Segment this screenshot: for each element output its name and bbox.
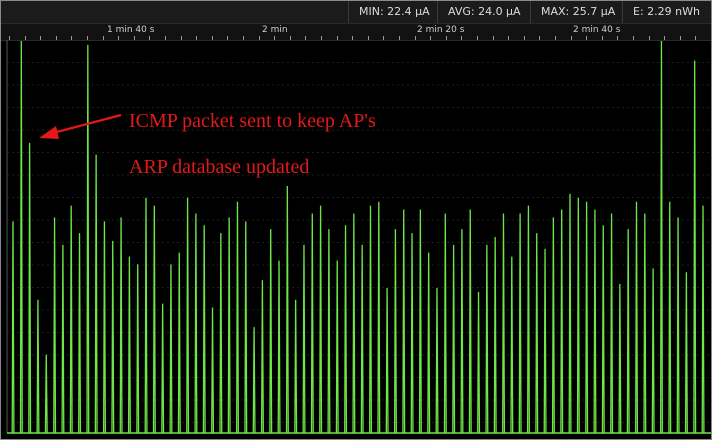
current-spike <box>36 299 40 434</box>
current-spike <box>385 287 389 434</box>
arrow-head <box>39 126 59 139</box>
current-spike <box>701 205 705 434</box>
current-spike <box>327 229 331 434</box>
current-spike <box>227 217 231 434</box>
current-spike <box>169 264 173 434</box>
current-spike <box>285 186 289 434</box>
current-spike <box>119 217 123 434</box>
current-spike <box>294 299 298 434</box>
stat-avg: AVG: 24.0 µA <box>437 1 531 23</box>
current-spike <box>684 272 688 434</box>
current-spike <box>11 221 15 434</box>
current-spike <box>102 221 106 434</box>
current-spike <box>335 260 339 434</box>
current-spike <box>601 225 605 434</box>
current-spike <box>69 205 73 434</box>
annotation-text: ICMP packet sent to keep AP's ARP databa… <box>129 87 376 202</box>
current-spike <box>651 268 655 434</box>
current-spike <box>111 240 115 434</box>
current-spike <box>668 201 672 434</box>
current-spike <box>61 244 65 434</box>
stats-bar: MIN: 22.4 µA AVG: 24.0 µA MAX: 25.7 µA E… <box>1 1 711 23</box>
current-spike <box>186 197 190 434</box>
power-profiler-window: MIN: 22.4 µA AVG: 24.0 µA MAX: 25.7 µA E… <box>0 0 712 440</box>
current-spike <box>211 307 215 434</box>
current-spike <box>585 201 589 434</box>
current-spike <box>427 252 431 434</box>
current-spike <box>277 260 281 434</box>
current-spike <box>643 213 647 434</box>
current-spike <box>19 40 23 434</box>
x-tick-label: 2 min 20 s <box>417 25 465 35</box>
current-spike <box>393 229 397 434</box>
x-tick-label: 2 min <box>262 25 288 35</box>
current-spike <box>410 233 414 434</box>
current-spike <box>460 229 464 434</box>
current-spike <box>468 209 472 434</box>
current-spike <box>676 217 680 434</box>
current-spike <box>152 205 156 434</box>
annotation-line-2: ARP database updated <box>129 156 310 178</box>
current-spike <box>402 209 406 434</box>
current-spike <box>53 217 57 434</box>
current-spike <box>635 201 639 434</box>
current-spike <box>551 217 555 434</box>
annotation-arrow <box>39 113 122 139</box>
current-spike <box>576 197 580 434</box>
current-spike <box>260 280 264 434</box>
current-spike <box>510 256 514 434</box>
x-tick-label: 1 min 40 s <box>107 25 155 35</box>
current-spike <box>418 209 422 434</box>
current-spike <box>568 193 572 434</box>
current-spike <box>44 354 48 434</box>
current-spike <box>94 154 98 434</box>
current-spike <box>194 213 198 434</box>
current-spike <box>236 201 240 434</box>
current-spike <box>626 229 630 434</box>
current-spike <box>593 209 597 434</box>
current-spike <box>127 256 131 434</box>
current-spike <box>28 142 32 434</box>
current-spike <box>560 209 564 434</box>
current-spike <box>693 60 697 434</box>
current-spike <box>518 213 522 434</box>
stat-max: MAX: 25.7 µA <box>530 1 625 23</box>
current-spike <box>618 284 622 434</box>
current-spike <box>219 233 223 434</box>
current-spike <box>535 233 539 434</box>
current-spike <box>252 327 256 434</box>
current-spike <box>526 205 530 434</box>
current-spike <box>443 213 447 434</box>
current-spike <box>244 221 248 434</box>
current-spike <box>493 236 497 434</box>
current-spike <box>377 201 381 434</box>
current-spike <box>86 44 90 434</box>
current-spike <box>144 197 148 434</box>
current-spike <box>485 244 489 434</box>
current-spike <box>477 291 481 434</box>
current-spike <box>435 287 439 434</box>
current-spike <box>177 252 181 434</box>
current-spike <box>610 213 614 434</box>
annotation-line-1: ICMP packet sent to keep AP's <box>129 110 376 132</box>
current-spike <box>302 244 306 434</box>
current-spike <box>136 264 140 434</box>
current-spike <box>369 205 373 434</box>
current-spike <box>659 40 663 434</box>
current-spike <box>319 205 323 434</box>
x-tick-label: 2 min 40 s <box>573 25 621 35</box>
stat-energy: E: 2.29 nWh <box>622 1 710 23</box>
current-spike <box>161 303 165 434</box>
current-spike <box>344 225 348 434</box>
current-spike <box>202 225 206 434</box>
current-spike <box>360 244 364 434</box>
current-spike <box>452 244 456 434</box>
stat-min: MIN: 22.4 µA <box>348 1 440 23</box>
current-spike <box>78 233 82 434</box>
current-spike <box>543 248 547 434</box>
time-axis: 1 min 40 s 2 min 2 min 20 s 2 min 40 s <box>1 23 711 41</box>
current-spike <box>269 229 273 434</box>
